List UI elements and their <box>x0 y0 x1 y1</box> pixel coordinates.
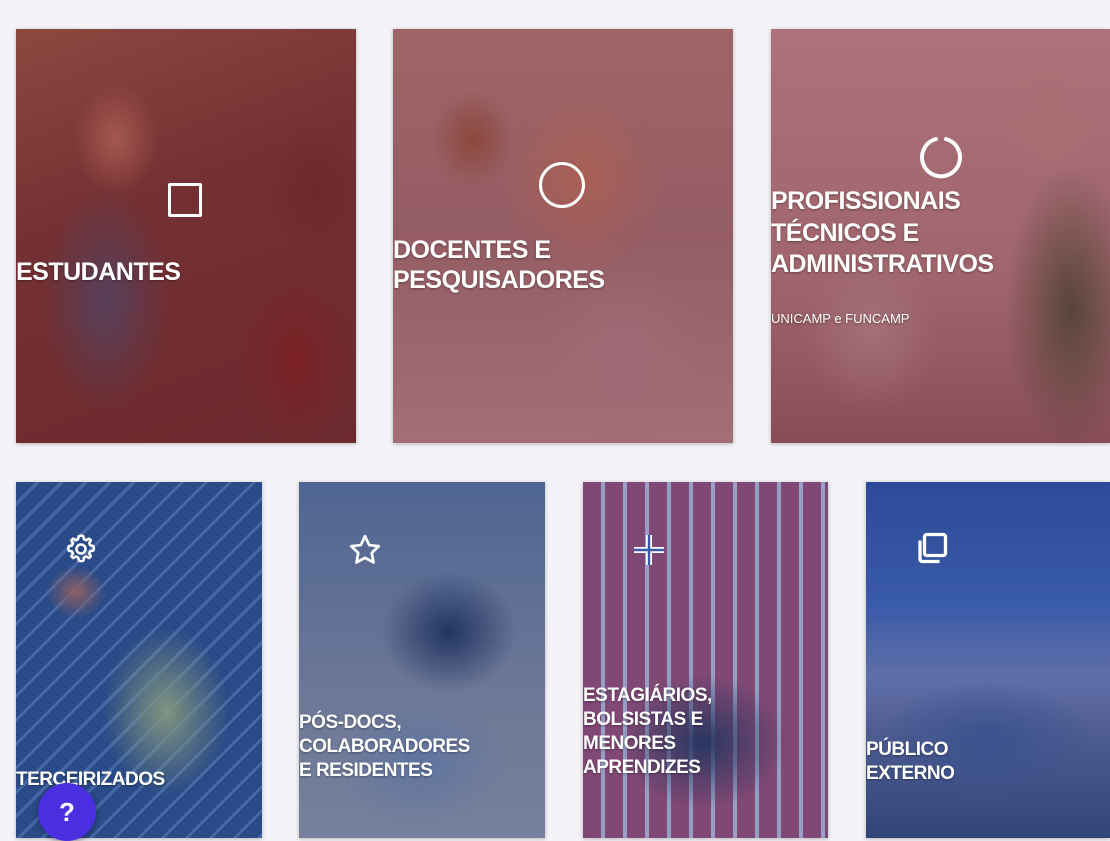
card-title: DOCENTES E PESQUISADORES <box>393 236 605 294</box>
card-title: ESTUDANTES <box>16 258 181 286</box>
circle-outline-icon <box>539 162 585 208</box>
profile-selection-page: ESTUDANTES DOCENTES E PESQUISADORES PROF… <box>0 0 1110 841</box>
card-terceirizados[interactable]: TERCEIRIZADOS <box>16 482 262 838</box>
star-icon <box>349 534 381 564</box>
split-plus-icon <box>634 535 664 565</box>
help-button[interactable]: ? <box>38 783 96 841</box>
card-docentes-pesquisadores[interactable]: DOCENTES E PESQUISADORES <box>393 29 733 443</box>
copy-icon <box>918 532 948 564</box>
card-pos-docs[interactable]: PÓS-DOCS, COLABORADORES E RESIDENTES <box>299 482 545 838</box>
card-estudantes[interactable]: ESTUDANTES <box>16 29 356 443</box>
card-estagiarios[interactable]: ESTAGIÁRIOS, BOLSISTAS E MENORES APRENDI… <box>583 482 828 838</box>
card-title: ESTAGIÁRIOS, BOLSISTAS E MENORES APRENDI… <box>583 685 712 779</box>
card-title: PROFISSIONAIS TÉCNICOS E ADMINISTRATIVOS <box>771 187 994 278</box>
card-subtitle: UNICAMP e FUNCAMP <box>771 311 910 326</box>
card-title: PÚBLICO EXTERNO <box>866 739 955 785</box>
card-title: PÓS-DOCS, COLABORADORES E RESIDENTES <box>299 712 470 782</box>
help-button-label: ? <box>59 796 75 827</box>
gear-icon <box>66 534 96 563</box>
spinner-ring-icon <box>920 137 962 179</box>
square-outline-icon <box>168 183 202 217</box>
card-profissionais-tecnicos[interactable]: PROFISSIONAIS TÉCNICOS E ADMINISTRATIVOS… <box>771 29 1110 443</box>
card-publico-externo[interactable]: PÚBLICO EXTERNO <box>866 482 1110 838</box>
